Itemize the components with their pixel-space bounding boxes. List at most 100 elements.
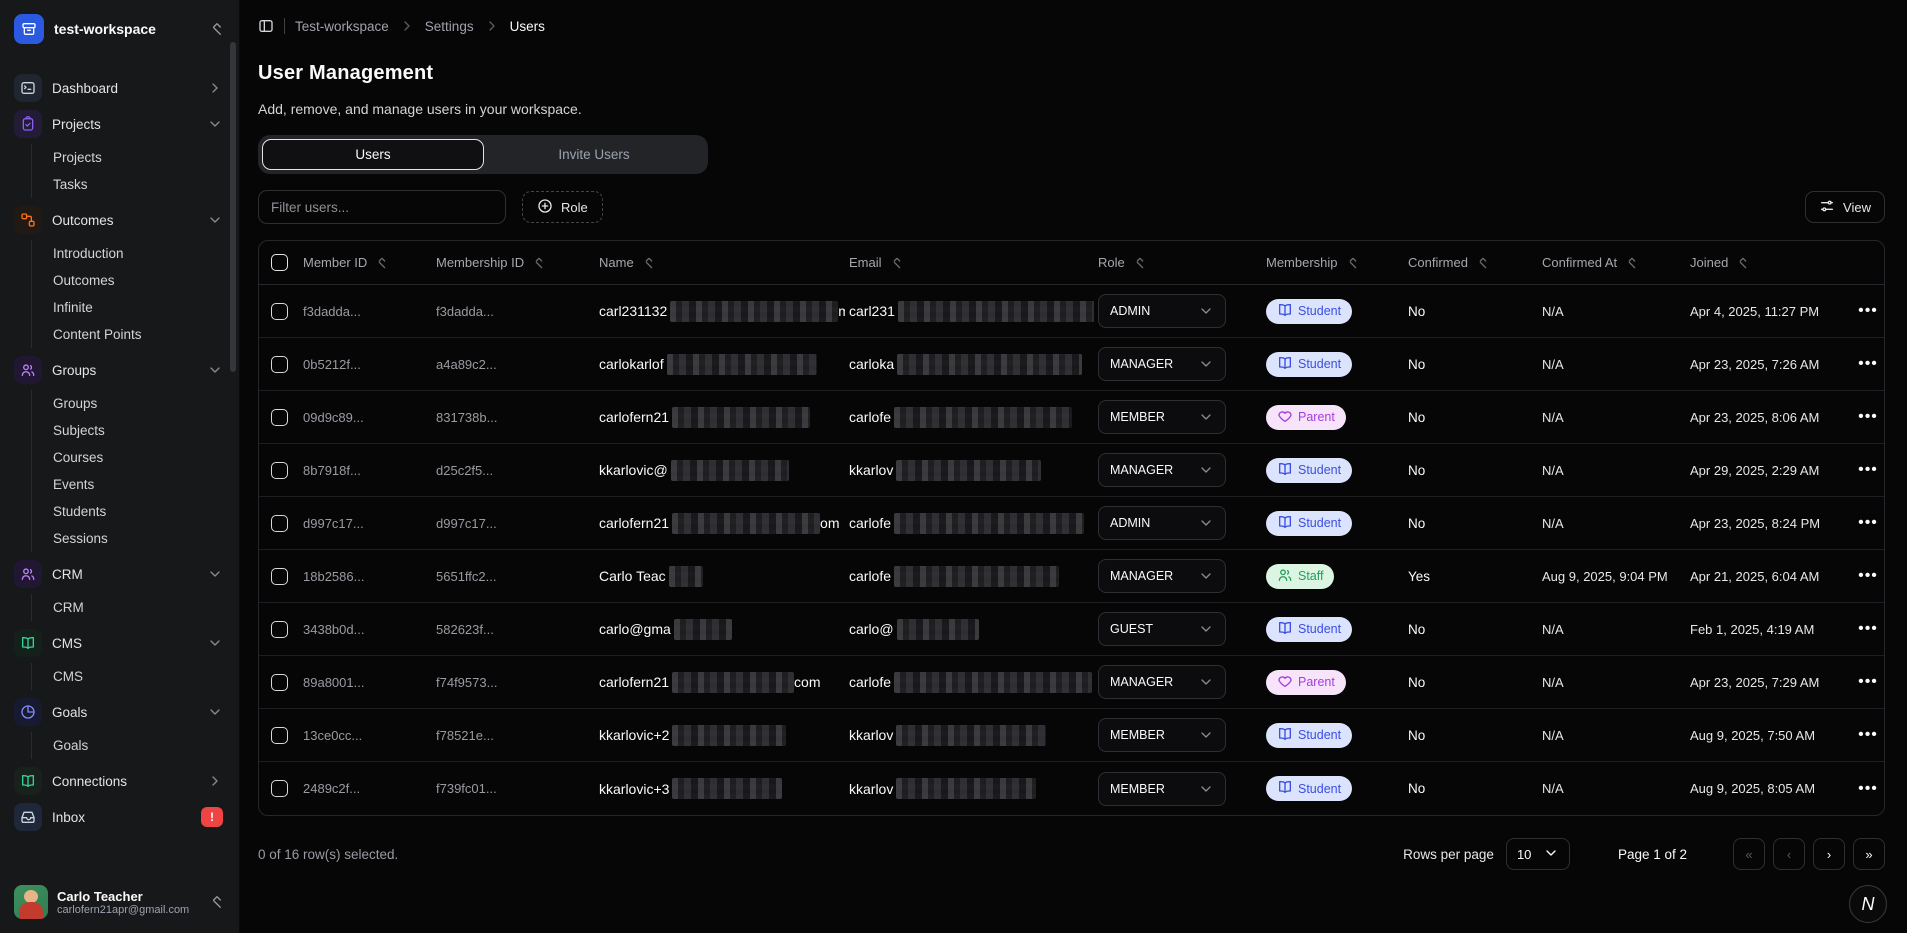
- tab-invite-users[interactable]: Invite Users: [484, 139, 704, 170]
- users-icon: [14, 560, 42, 588]
- breadcrumb-item: Users: [510, 19, 545, 34]
- role-select[interactable]: MANAGER: [1098, 665, 1226, 699]
- sidebar-subitem-students[interactable]: Students: [49, 498, 229, 525]
- sidebar-item-dashboard[interactable]: Dashboard: [10, 70, 229, 106]
- users-table: Member ID Membership ID Name Email Role …: [258, 240, 1885, 816]
- redacted-text: [671, 460, 789, 481]
- pagination: « ‹ › »: [1733, 838, 1885, 870]
- column-header-confirmed-at[interactable]: Confirmed At: [1538, 255, 1686, 271]
- column-header-joined[interactable]: Joined: [1686, 255, 1852, 271]
- role-select[interactable]: ADMIN: [1098, 294, 1226, 328]
- role-select[interactable]: MEMBER: [1098, 772, 1226, 806]
- role-select[interactable]: MANAGER: [1098, 559, 1226, 593]
- sidebar-item-cms[interactable]: CMS: [10, 625, 229, 661]
- sidebar-item-connections[interactable]: Connections: [10, 763, 229, 799]
- breadcrumb-item[interactable]: Settings: [425, 19, 474, 34]
- sidebar-subitem-subjects[interactable]: Subjects: [49, 417, 229, 444]
- row-actions-menu[interactable]: •••: [1858, 726, 1878, 744]
- sidebar-scrollbar[interactable]: [230, 42, 236, 372]
- row-actions-menu[interactable]: •••: [1858, 408, 1878, 426]
- first-page-button[interactable]: «: [1733, 838, 1765, 870]
- redacted-text: [898, 301, 1094, 322]
- user-email-cell: carloka: [849, 354, 1082, 375]
- role-select[interactable]: GUEST: [1098, 612, 1226, 646]
- role-select[interactable]: MANAGER: [1098, 453, 1226, 487]
- nextjs-dev-indicator[interactable]: N: [1849, 885, 1887, 923]
- sidebar-subitem-events[interactable]: Events: [49, 471, 229, 498]
- column-header-membership[interactable]: Membership: [1262, 255, 1404, 271]
- last-page-button[interactable]: »: [1853, 838, 1885, 870]
- row-actions-menu[interactable]: •••: [1858, 673, 1878, 691]
- sidebar-item-outcomes[interactable]: Outcomes: [10, 202, 229, 238]
- chevron-down-icon: [207, 704, 223, 720]
- prev-page-button[interactable]: ‹: [1773, 838, 1805, 870]
- chevron-up-down-icon: [209, 21, 225, 37]
- row-checkbox[interactable]: [271, 515, 288, 532]
- book-open-icon: [1277, 302, 1293, 321]
- view-button[interactable]: View: [1805, 191, 1885, 223]
- sidebar-subitem-crm[interactable]: CRM: [49, 594, 229, 621]
- row-checkbox[interactable]: [271, 621, 288, 638]
- confirmed-cell: No: [1408, 410, 1425, 425]
- table-row: 8b7918f... d25c2f5... kkarlovic@ kkarlov…: [259, 444, 1884, 497]
- select-all-checkbox[interactable]: [271, 254, 288, 271]
- column-header-confirmed[interactable]: Confirmed: [1404, 255, 1538, 271]
- row-checkbox[interactable]: [271, 303, 288, 320]
- sidebar-subitem-content-points[interactable]: Content Points: [49, 321, 229, 348]
- redacted-text: [897, 619, 979, 640]
- row-actions-menu[interactable]: •••: [1858, 514, 1878, 532]
- redacted-text: [672, 672, 794, 693]
- sidebar-item-projects[interactable]: Projects: [10, 106, 229, 142]
- row-checkbox[interactable]: [271, 780, 288, 797]
- chevron-down-icon: [207, 212, 223, 228]
- column-header-membership-id[interactable]: Membership ID: [432, 255, 595, 271]
- row-checkbox[interactable]: [271, 409, 288, 426]
- row-actions-menu[interactable]: •••: [1858, 567, 1878, 585]
- sidebar-subitem-outcomes[interactable]: Outcomes: [49, 267, 229, 294]
- row-actions-menu[interactable]: •••: [1858, 355, 1878, 373]
- book-icon: [14, 629, 42, 657]
- sidebar-item-crm[interactable]: CRM: [10, 556, 229, 592]
- sidebar-subitem-goals[interactable]: Goals: [49, 732, 229, 759]
- column-header-role[interactable]: Role: [1094, 255, 1262, 271]
- row-actions-menu[interactable]: •••: [1858, 461, 1878, 479]
- row-checkbox[interactable]: [271, 462, 288, 479]
- filter-users-input[interactable]: [258, 190, 506, 224]
- rows-per-page-select[interactable]: 10: [1506, 838, 1570, 870]
- sidebar-subitem-courses[interactable]: Courses: [49, 444, 229, 471]
- row-checkbox[interactable]: [271, 568, 288, 585]
- row-actions-menu[interactable]: •••: [1858, 780, 1878, 798]
- role-filter-button[interactable]: Role: [522, 191, 603, 223]
- inbox-alert-badge: !: [201, 807, 223, 827]
- sidebar-subitem-introduction[interactable]: Introduction: [49, 240, 229, 267]
- row-actions-menu[interactable]: •••: [1858, 620, 1878, 638]
- sidebar-subitem-cms[interactable]: CMS: [49, 663, 229, 690]
- sidebar-subitem-sessions[interactable]: Sessions: [49, 525, 229, 552]
- row-checkbox[interactable]: [271, 674, 288, 691]
- role-select[interactable]: ADMIN: [1098, 506, 1226, 540]
- column-header-name[interactable]: Name: [595, 255, 845, 271]
- sidebar-subitem-infinite[interactable]: Infinite: [49, 294, 229, 321]
- row-actions-menu[interactable]: •••: [1858, 302, 1878, 320]
- row-checkbox[interactable]: [271, 727, 288, 744]
- confirmed-cell: No: [1408, 728, 1425, 743]
- sidebar-subitem-tasks[interactable]: Tasks: [49, 171, 229, 198]
- user-menu[interactable]: Carlo Teacher carlofern21apr@gmail.com: [10, 879, 229, 925]
- workspace-switcher[interactable]: test-workspace: [10, 10, 229, 48]
- breadcrumb-item[interactable]: Test-workspace: [295, 19, 389, 34]
- column-header-email[interactable]: Email: [845, 255, 1094, 271]
- role-select[interactable]: MEMBER: [1098, 400, 1226, 434]
- sidebar-toggle-icon[interactable]: [258, 18, 274, 34]
- user-name-cell: Carlo Teac: [599, 566, 703, 587]
- column-header-member-id[interactable]: Member ID: [299, 255, 432, 271]
- sidebar-item-goals[interactable]: Goals: [10, 694, 229, 730]
- tab-users[interactable]: Users: [262, 139, 484, 170]
- role-select[interactable]: MANAGER: [1098, 347, 1226, 381]
- role-select[interactable]: MEMBER: [1098, 718, 1226, 752]
- next-page-button[interactable]: ›: [1813, 838, 1845, 870]
- sidebar-item-inbox[interactable]: Inbox !: [10, 799, 229, 835]
- row-checkbox[interactable]: [271, 356, 288, 373]
- sidebar-subitem-projects[interactable]: Projects: [49, 144, 229, 171]
- sidebar-item-groups[interactable]: Groups: [10, 352, 229, 388]
- sidebar-subitem-groups[interactable]: Groups: [49, 390, 229, 417]
